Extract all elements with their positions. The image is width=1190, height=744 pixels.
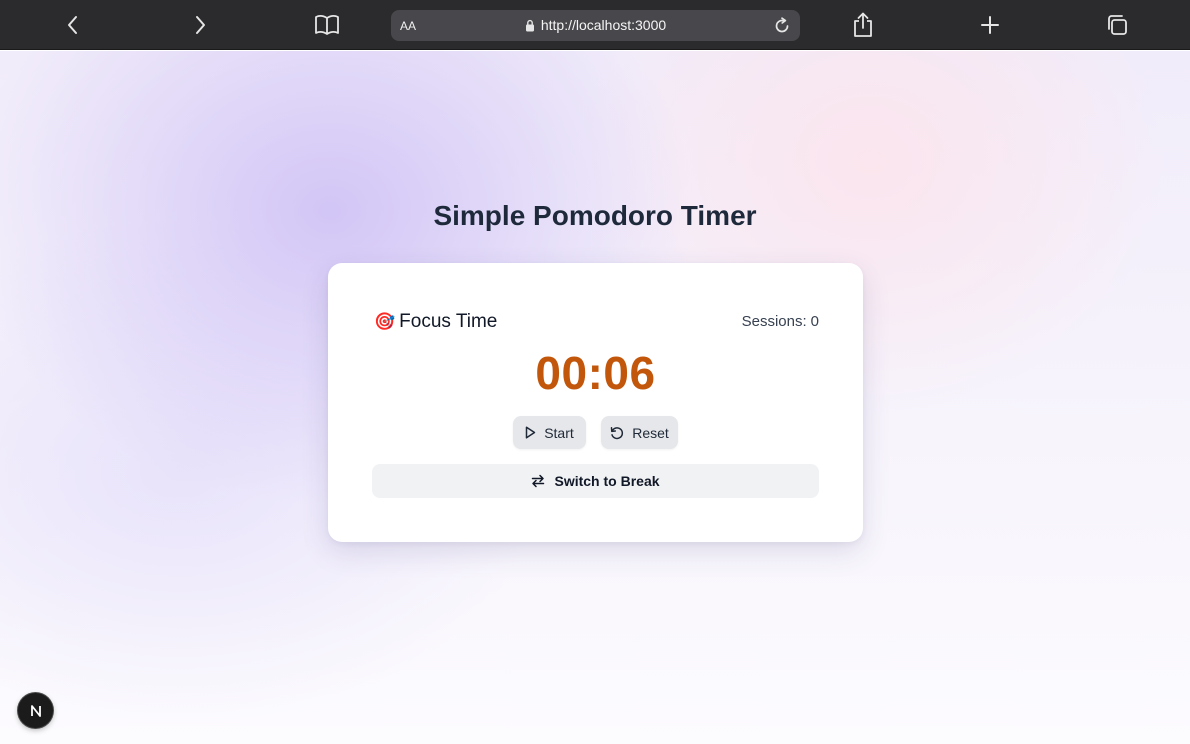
mode-indicator: 🎯 Focus Time (374, 311, 497, 333)
reset-label: Reset (632, 424, 669, 441)
sessions-label: Sessions: (741, 313, 807, 330)
forward-button[interactable] (185, 10, 215, 40)
reload-icon (775, 17, 789, 33)
switch-mode-button[interactable]: Switch to Break (372, 464, 819, 498)
address-bar[interactable]: AA http://localhost:3000 (391, 10, 800, 41)
reset-icon (610, 426, 624, 439)
page-title: Simple Pomodoro Timer (433, 200, 757, 231)
url-display: http://localhost:3000 (391, 17, 800, 33)
sessions-counter: Sessions: 0 (742, 313, 819, 330)
share-icon (854, 12, 872, 37)
tabs-button[interactable] (1102, 10, 1132, 40)
reload-button[interactable] (769, 13, 795, 39)
timer-display: 00:06 (535, 347, 656, 399)
new-tab-button[interactable] (975, 10, 1005, 40)
switch-label: Switch to Break (554, 473, 660, 489)
back-button[interactable] (58, 10, 88, 40)
lock-icon (525, 19, 534, 31)
share-button[interactable] (848, 10, 878, 40)
back-icon (68, 16, 77, 34)
timer-card: 🎯 Focus Time Sessions: 0 00:06 Start Rese… (328, 263, 863, 542)
reader-button[interactable] (312, 10, 342, 40)
reset-button[interactable]: Reset (601, 416, 678, 449)
mode-label: Focus Time (399, 311, 498, 332)
nextjs-logo-icon (30, 704, 41, 717)
play-icon (525, 426, 536, 439)
target-emoji-icon: 🎯 (374, 312, 396, 331)
book-icon (315, 15, 339, 35)
forward-icon (196, 16, 205, 34)
plus-icon (981, 16, 999, 34)
sessions-count: 0 (810, 313, 819, 330)
page-content: Simple Pomodoro Timer 🎯 Focus Time Sessi… (0, 51, 1190, 744)
browser-toolbar: AA http://localhost:3000 (0, 0, 1190, 50)
swap-icon (532, 474, 545, 488)
start-button[interactable]: Start (513, 416, 586, 449)
nextjs-dev-indicator[interactable] (18, 693, 53, 728)
url-text: http://localhost:3000 (540, 17, 667, 33)
tabs-icon (1108, 15, 1127, 35)
start-label: Start (544, 424, 574, 441)
